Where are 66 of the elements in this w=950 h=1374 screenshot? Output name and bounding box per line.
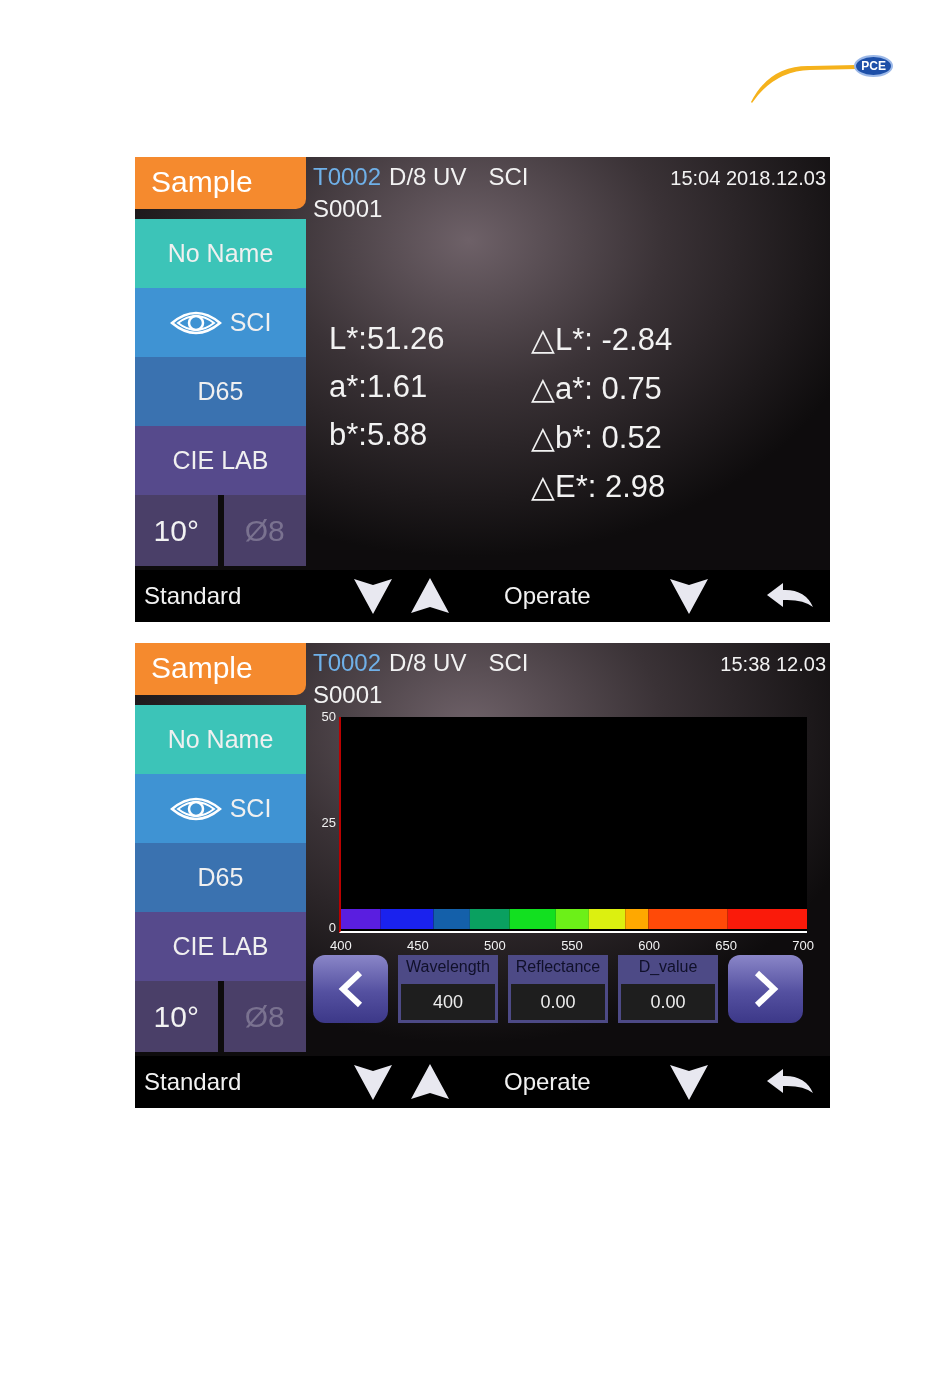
next-button[interactable] bbox=[728, 955, 803, 1023]
button-label: CIE LAB bbox=[172, 932, 269, 961]
button-label: No Name bbox=[167, 725, 274, 754]
operate-label[interactable]: Operate bbox=[504, 582, 591, 610]
sidebar-button[interactable]: CIE LAB bbox=[135, 426, 306, 495]
chevron-right-icon bbox=[752, 970, 779, 1008]
button-label: D65 bbox=[197, 863, 244, 892]
sidebar-button[interactable]: SCI bbox=[135, 288, 306, 357]
date-time: 15:04 2018.12.03 bbox=[670, 167, 827, 190]
down-arrow-icon[interactable] bbox=[353, 577, 393, 615]
button-label: SCI bbox=[229, 308, 272, 337]
axis-label: 400 bbox=[330, 938, 352, 953]
axis-label: 550 bbox=[561, 938, 583, 953]
axis-label: 700 bbox=[792, 938, 814, 953]
down-arrow-icon[interactable] bbox=[668, 577, 709, 615]
lab-value: b*:5.88 bbox=[329, 417, 429, 453]
down-arrow-icon[interactable] bbox=[668, 1063, 709, 1101]
observer-button[interactable]: 10° bbox=[135, 495, 218, 566]
date-time: 15:38 12.03 bbox=[720, 653, 827, 676]
sample-id: S0001 bbox=[313, 195, 384, 223]
lab-value: L*:51.26 bbox=[329, 321, 446, 357]
mode-label: SCI bbox=[488, 163, 529, 191]
delta-value: △b*: 0.52 bbox=[531, 419, 663, 456]
sidebar-button[interactable]: D65 bbox=[135, 357, 306, 426]
geometry-label: D/8 UV bbox=[389, 163, 467, 191]
test-id: T0002 bbox=[313, 649, 382, 677]
button-label: No Name bbox=[167, 239, 274, 268]
operate-label[interactable]: Operate bbox=[504, 1068, 591, 1096]
geometry-label: D/8 UV bbox=[389, 649, 467, 677]
up-arrow-icon[interactable] bbox=[410, 577, 450, 615]
sidebar-button[interactable]: D65 bbox=[135, 843, 306, 912]
readout-value: 0.00 bbox=[511, 984, 605, 1020]
axis-label: 650 bbox=[715, 938, 737, 953]
axis-label: 600 bbox=[638, 938, 660, 953]
axis-label: 50 bbox=[320, 709, 336, 724]
button-label: CIE LAB bbox=[172, 446, 269, 475]
readout-value: 0.00 bbox=[621, 984, 715, 1020]
delta-value: △E*: 2.98 bbox=[531, 468, 667, 505]
previous-button[interactable] bbox=[313, 955, 388, 1023]
sample-tab[interactable]: Sample bbox=[135, 157, 306, 209]
test-id: T0002 bbox=[313, 163, 382, 191]
readout-label: D_value bbox=[638, 958, 698, 977]
logo-badge: PCE bbox=[854, 55, 893, 77]
observer-button[interactable]: 10° bbox=[135, 981, 218, 1052]
axis-label: 500 bbox=[484, 938, 506, 953]
button-label: SCI bbox=[229, 794, 272, 823]
button-label: D65 bbox=[197, 377, 244, 406]
delta-value: △L*: -2.84 bbox=[531, 321, 674, 358]
readout-label: Wavelength bbox=[406, 958, 490, 977]
standard-label[interactable]: Standard bbox=[144, 582, 353, 610]
sample-id: S0001 bbox=[313, 681, 384, 709]
axis-label: 0 bbox=[327, 920, 336, 935]
standard-label[interactable]: Standard bbox=[144, 1068, 353, 1096]
sample-tab[interactable]: Sample bbox=[135, 643, 306, 695]
lab-value: a*:1.61 bbox=[329, 369, 429, 405]
delta-value: △a*: 0.75 bbox=[531, 370, 663, 407]
axis-label: 450 bbox=[407, 938, 429, 953]
chevron-left-icon bbox=[337, 970, 364, 1008]
sidebar-button[interactable]: CIE LAB bbox=[135, 912, 306, 981]
sidebar-button[interactable]: SCI bbox=[135, 774, 306, 843]
down-arrow-icon[interactable] bbox=[353, 1063, 393, 1101]
up-arrow-icon[interactable] bbox=[410, 1063, 450, 1101]
readout-value: 400 bbox=[401, 984, 495, 1020]
mode-label: SCI bbox=[488, 649, 529, 677]
readout-label: Reflectance bbox=[515, 958, 601, 977]
axis-label: 25 bbox=[320, 814, 336, 830]
